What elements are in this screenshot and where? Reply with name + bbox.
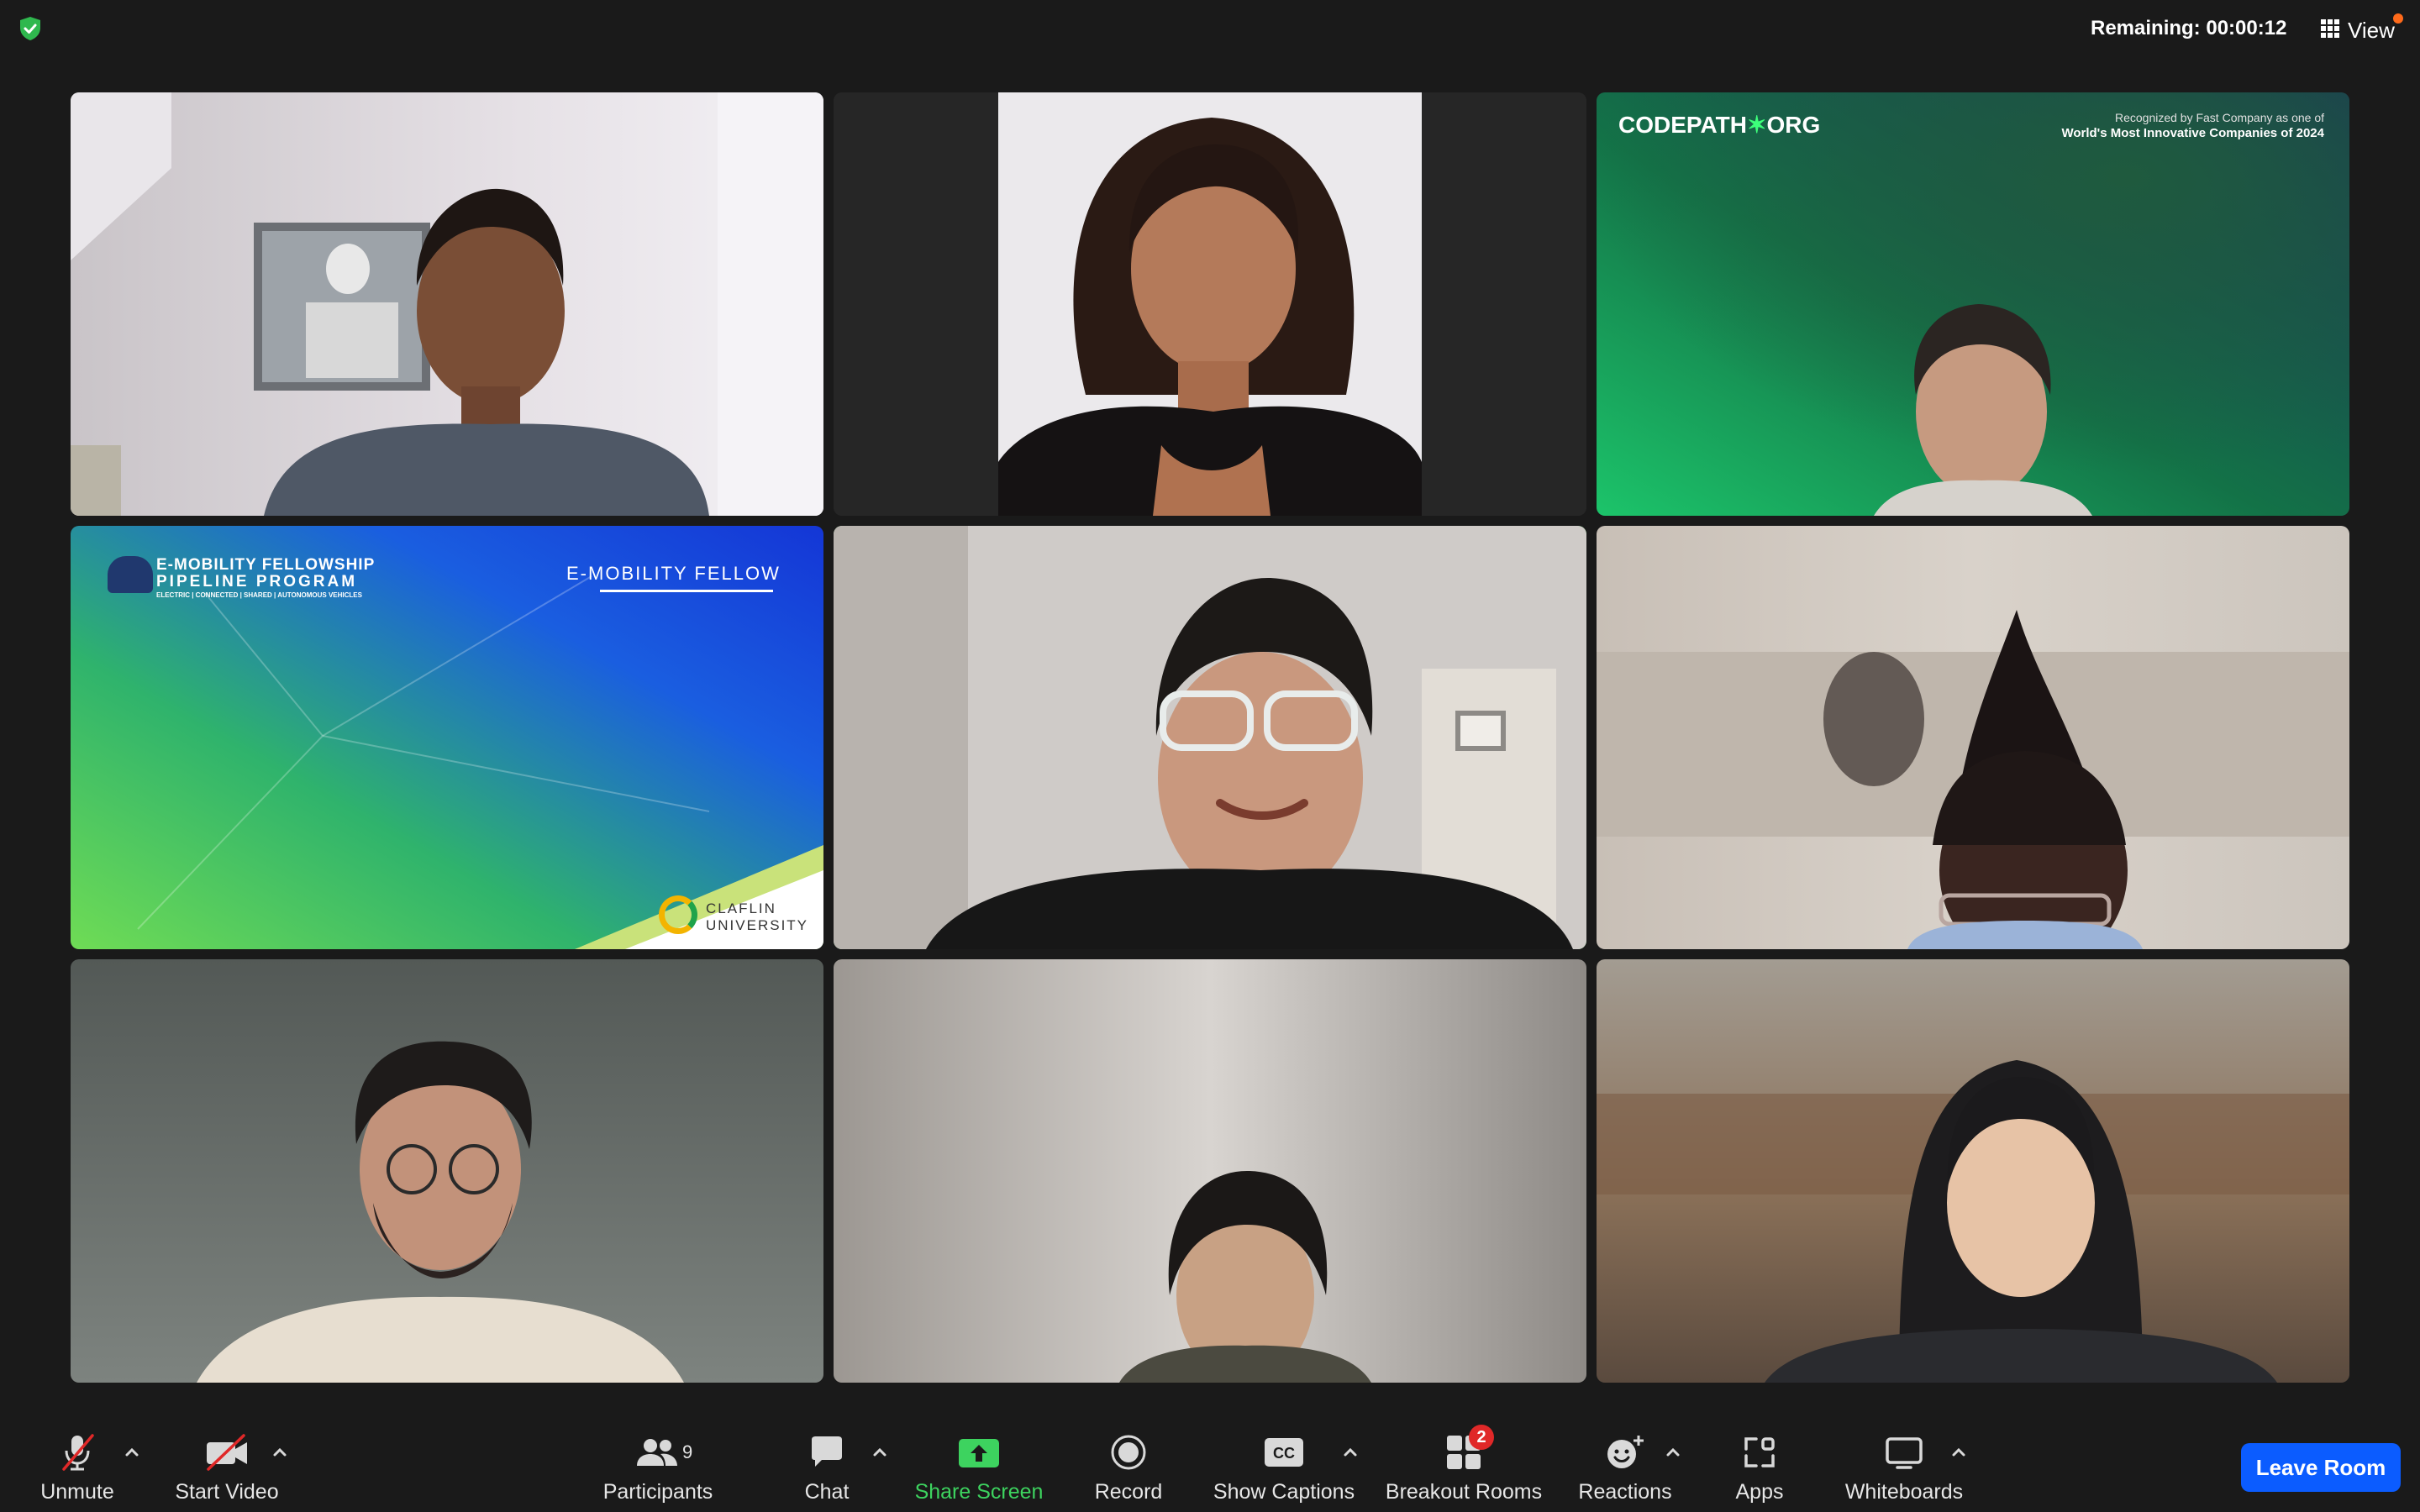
banner-underline — [600, 590, 773, 592]
university-line-1: CLAFLIN — [706, 900, 776, 916]
microphone-muted-icon — [59, 1431, 96, 1473]
chat-button[interactable]: Chat — [790, 1420, 864, 1512]
whiteboards-options-caret-icon[interactable] — [1948, 1441, 1970, 1463]
video-options-caret-icon[interactable] — [269, 1441, 291, 1463]
svg-text:CC: CC — [1273, 1445, 1295, 1462]
view-label: View — [2348, 17, 2395, 43]
apps-icon — [1741, 1431, 1778, 1473]
participant-video — [1597, 959, 2349, 1383]
unmute-label: Unmute — [40, 1480, 114, 1504]
video-off-icon — [203, 1431, 250, 1473]
whiteboards-button[interactable]: Whiteboards — [1837, 1420, 1971, 1512]
participants-label: Participants — [602, 1480, 713, 1504]
record-button[interactable]: Record — [1084, 1420, 1173, 1512]
video-tile-7[interactable] — [71, 959, 823, 1383]
university-logo-icon — [659, 895, 697, 934]
participant-video — [834, 526, 1586, 949]
chat-label: Chat — [804, 1480, 850, 1504]
breakout-rooms-button[interactable]: 2 Breakout Rooms — [1383, 1420, 1544, 1512]
record-label: Record — [1094, 1480, 1163, 1504]
share-screen-button[interactable]: Share Screen — [909, 1420, 1049, 1512]
participant-video — [1597, 92, 2349, 516]
program-subtitle: ELECTRIC | CONNECTED | SHARED | AUTONOMO… — [156, 591, 362, 599]
record-icon — [1110, 1431, 1147, 1473]
video-tile-1[interactable] — [71, 92, 823, 516]
reactions-label: Reactions — [1578, 1480, 1672, 1504]
reactions-icon — [1605, 1431, 1645, 1473]
leave-room-button[interactable]: Leave Room — [2241, 1443, 2401, 1492]
participant-video — [71, 959, 823, 1383]
participant-video — [1597, 526, 2349, 949]
program-line-2: PIPELINE PROGRAM — [156, 573, 358, 591]
chat-icon — [808, 1431, 845, 1473]
meeting-toolbar: Unmute Start Video 9 Participants Chat S… — [0, 1420, 2420, 1512]
program-line-1: E-MOBILITY FELLOWSHIP — [156, 556, 376, 574]
tagline-line-1: Recognized by Fast Company as one of — [2114, 111, 2324, 124]
reactions-options-caret-icon[interactable] — [1662, 1441, 1684, 1463]
notification-dot — [2392, 13, 2403, 24]
participant-video — [71, 92, 823, 516]
chat-options-caret-icon[interactable] — [869, 1441, 891, 1463]
video-tile-5-active-speaker[interactable] — [834, 526, 1586, 949]
codepath-logo: CODEPATH✶ORG — [1618, 111, 1820, 139]
logo-dot-icon: ✶ — [1746, 112, 1767, 138]
video-tile-9[interactable] — [1597, 959, 2349, 1383]
remaining-time-label: Remaining: 00:00:12 — [2091, 17, 2287, 39]
video-tile-6[interactable] — [1597, 526, 2349, 949]
participant-video — [834, 959, 1586, 1383]
participants-count: 9 — [682, 1441, 693, 1462]
video-tile-2[interactable] — [834, 92, 1586, 516]
apps-label: Apps — [1735, 1480, 1784, 1504]
unmute-button[interactable]: Unmute — [34, 1420, 121, 1512]
show-captions-button[interactable]: CC Show Captions — [1210, 1420, 1358, 1512]
whiteboards-label: Whiteboards — [1844, 1480, 1964, 1504]
show-captions-label: Show Captions — [1213, 1480, 1355, 1504]
grid-icon — [2321, 18, 2339, 44]
participant-video — [834, 92, 1586, 516]
video-tile-8[interactable] — [834, 959, 1586, 1383]
university-line-2: UNIVERSITY — [706, 917, 809, 933]
breakout-rooms-badge: 2 — [1469, 1425, 1494, 1450]
participants-icon: 9 — [635, 1431, 692, 1473]
program-badge-icon — [108, 556, 153, 593]
brand-name: CODEPATH — [1618, 112, 1747, 138]
fellow-banner: E-MOBILITY FELLOW — [566, 563, 781, 584]
video-tile-4[interactable]: E-MOBILITY FELLOWSHIP PIPELINE PROGRAM E… — [71, 526, 823, 949]
video-tile-3[interactable]: CODEPATH✶ORG Recognized by Fast Company … — [1597, 92, 2349, 516]
share-screen-label: Share Screen — [914, 1480, 1044, 1504]
start-video-button[interactable]: Start Video — [168, 1420, 286, 1512]
cc-icon: CC — [1263, 1431, 1305, 1473]
breakout-rooms-label: Breakout Rooms — [1385, 1480, 1543, 1504]
captions-options-caret-icon[interactable] — [1339, 1441, 1361, 1463]
share-screen-icon — [957, 1431, 1001, 1473]
whiteboard-icon — [1884, 1431, 1924, 1473]
audio-options-caret-icon[interactable] — [121, 1441, 143, 1463]
apps-button[interactable]: Apps — [1723, 1420, 1797, 1512]
tagline-line-2: World's Most Innovative Companies of 202… — [2061, 126, 2324, 140]
start-video-label: Start Video — [175, 1480, 279, 1504]
view-button[interactable]: View — [2312, 13, 2403, 47]
breakout-rooms-icon: 2 — [1445, 1425, 1494, 1473]
security-shield-icon[interactable] — [17, 15, 44, 42]
brand-suffix: ORG — [1766, 112, 1821, 138]
reactions-button[interactable]: Reactions — [1573, 1420, 1677, 1512]
participants-button[interactable]: 9 Participants — [593, 1420, 723, 1512]
